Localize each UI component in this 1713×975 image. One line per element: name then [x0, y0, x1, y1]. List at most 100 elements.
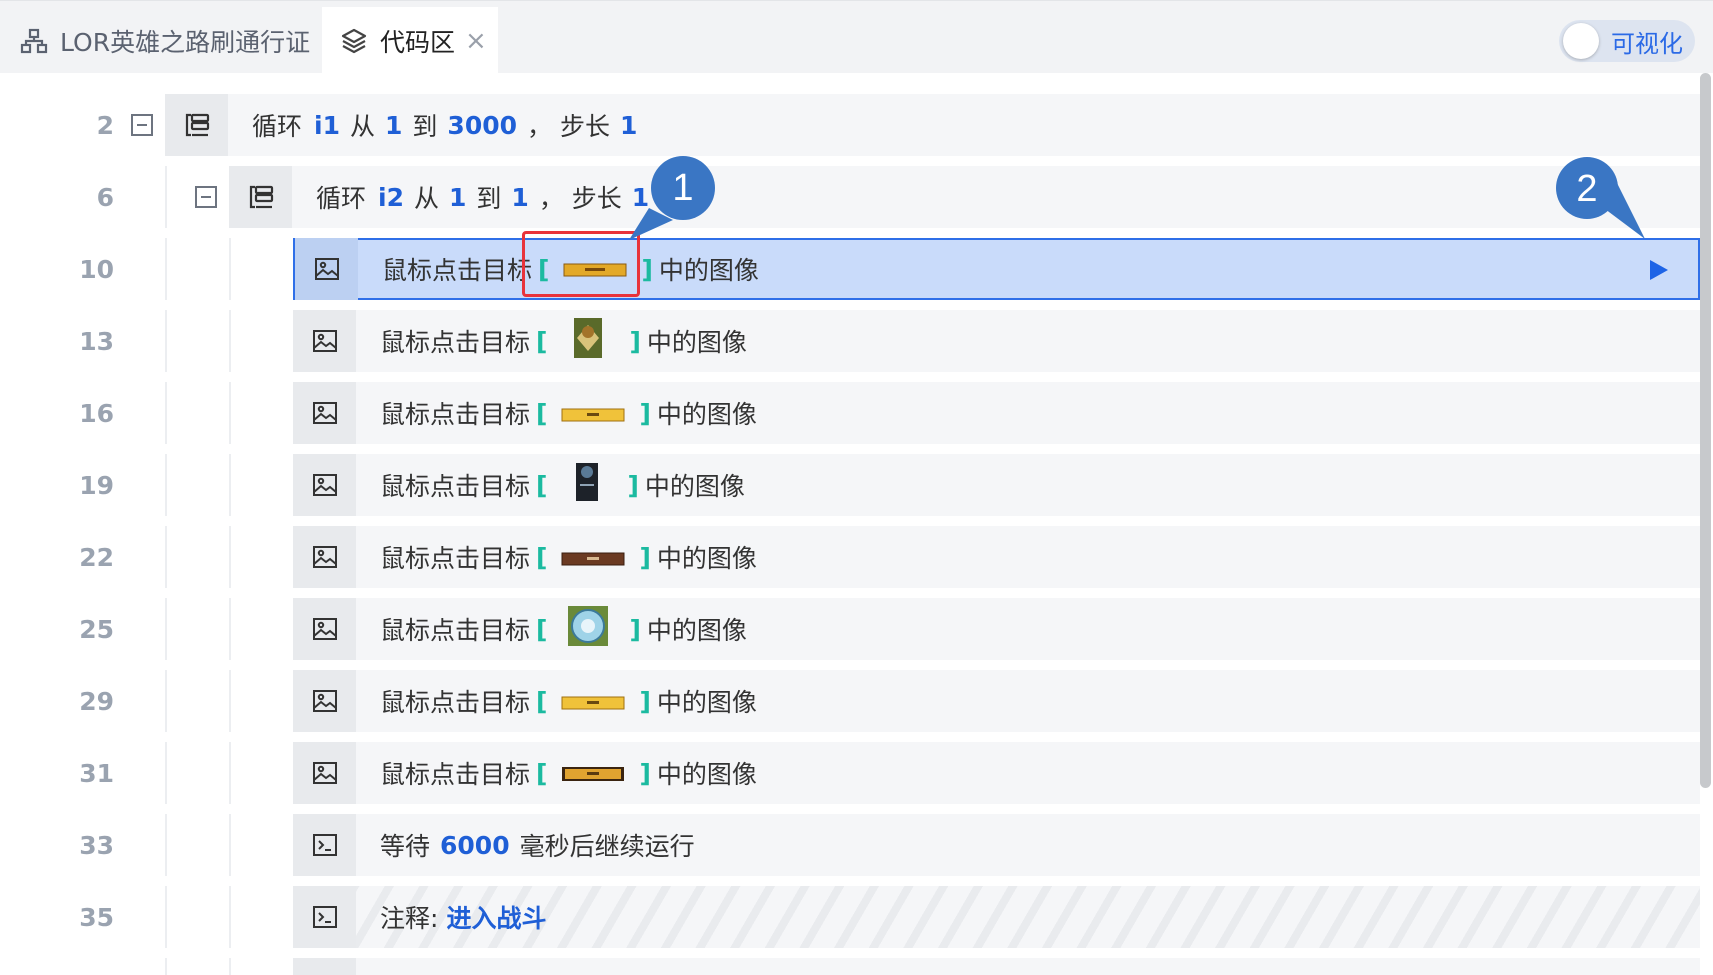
wait-suffix: 毫秒后继续运行: [519, 832, 695, 861]
loop-variable: i1: [314, 110, 340, 140]
code-row[interactable]: 6 循环 i2 从 1 到 1 ， 步长 1: [0, 166, 1700, 228]
loop-block[interactable]: 循环 i1 从 1 到 3000 ， 步长 1: [165, 94, 1700, 156]
click-image-block[interactable]: 鼠标点击目标 [ ] 中的图像: [293, 742, 1700, 804]
loop-icon: [229, 166, 292, 228]
target-image-thumbnail[interactable]: [561, 543, 625, 572]
bracket-open: [: [536, 614, 548, 644]
click-image-block[interactable]: 鼠标点击目标 [ ] 中的图像: [293, 238, 1700, 300]
code-area: 2 循环 i1 从 1 到 3000 ， 步长 1 6 循环 i2 从 1 到 …: [0, 73, 1713, 975]
comment-text: 进入战斗: [446, 904, 547, 933]
line-number: 25: [79, 615, 114, 644]
bracket-close: ]: [639, 542, 651, 572]
image-icon: [293, 526, 356, 588]
loop-block[interactable]: 循环 i2 从 1 到 1 ， 步长 1: [229, 166, 1700, 228]
tab-project[interactable]: LOR英雄之路刷通行证: [0, 7, 322, 74]
loop-variable: i2: [378, 182, 404, 212]
action-suffix: 中的图像: [656, 760, 757, 789]
indent-guide: [165, 742, 167, 804]
tab-project-label: LOR英雄之路刷通行证: [60, 27, 311, 57]
image-icon: [293, 382, 356, 444]
image-icon: [293, 310, 356, 372]
indent-guide: [165, 814, 167, 876]
code-row[interactable]: 35 注释: 进入战斗: [0, 886, 1700, 948]
target-image-thumbnail[interactable]: [561, 759, 625, 788]
bracket-close: ]: [641, 254, 653, 284]
visualize-toggle[interactable]: 可视化: [1559, 20, 1695, 62]
code-row-selected[interactable]: 10 鼠标点击目标 [ ] 中的图像: [0, 238, 1700, 300]
click-image-block[interactable]: 鼠标点击目标 [ ] 中的图像: [293, 598, 1700, 660]
bracket-open: [: [536, 398, 548, 428]
tab-code-label: 代码区: [380, 27, 456, 57]
click-image-block[interactable]: 鼠标点击目标 [ ] 中的图像: [293, 310, 1700, 372]
line-number: 33: [79, 831, 114, 860]
from-word: 从: [413, 184, 439, 213]
indent-guide: [165, 598, 167, 660]
action-suffix: 中的图像: [644, 472, 745, 501]
click-image-block[interactable]: 鼠标点击目标 [ ] 中的图像: [293, 670, 1700, 732]
code-row[interactable]: 33 等待 6000 毫秒后继续运行: [0, 814, 1700, 876]
line-number: 16: [79, 399, 114, 428]
indent-guide: [165, 958, 167, 975]
indent-guide: [229, 742, 231, 804]
code-row[interactable]: 29 鼠标点击目标 [ ] 中的图像: [0, 670, 1700, 732]
collapse-toggle[interactable]: [195, 186, 217, 208]
close-icon[interactable]: ×: [465, 28, 487, 54]
line-number: 29: [79, 687, 114, 716]
code-row[interactable]: 31 鼠标点击目标 [ ] 中的图像: [0, 742, 1700, 804]
loop-keyword: 循环: [252, 112, 303, 141]
loop-icon: [165, 94, 228, 156]
indent-guide: [165, 238, 167, 300]
from-word: 从: [349, 112, 375, 141]
comment-block[interactable]: 注释: 进入战斗: [293, 886, 1700, 948]
target-image-thumbnail[interactable]: [561, 399, 625, 428]
click-image-block[interactable]: 鼠标点击目标 [ ] 中的图像: [293, 454, 1700, 516]
indent-guide: [165, 454, 167, 516]
image-icon: [293, 742, 356, 804]
loop-keyword: 循环: [316, 184, 367, 213]
code-row[interactable]: 22 鼠标点击目标 [ ] 中的图像: [0, 526, 1700, 588]
bracket-open: [: [536, 470, 548, 500]
action-text: 鼠标点击目标: [380, 760, 531, 789]
indent-guide: [229, 958, 231, 975]
indent-guide: [229, 454, 231, 516]
target-image-thumbnail[interactable]: [561, 687, 625, 716]
indent-guide: [229, 310, 231, 372]
collapse-toggle[interactable]: [131, 114, 153, 136]
tab-code[interactable]: 代码区 ×: [322, 7, 498, 74]
terminal-icon: [293, 814, 356, 876]
wait-duration: 6000: [440, 830, 510, 860]
click-image-block[interactable]: 鼠标点击目标 [ ] 中的图像: [293, 526, 1700, 588]
code-row[interactable]: 25 鼠标点击目标 [ ] 中的图像: [0, 598, 1700, 660]
play-icon[interactable]: [1648, 258, 1670, 286]
code-row[interactable]: 19 鼠标点击目标 [ ] 中的图像: [0, 454, 1700, 516]
code-row[interactable]: 2 循环 i1 从 1 到 3000 ， 步长 1: [0, 94, 1700, 156]
wait-label: 等待: [380, 832, 431, 861]
code-row[interactable]: 13 鼠标点击目标 [ ] 中的图像: [0, 310, 1700, 372]
image-icon: [293, 670, 356, 732]
callout-2-number: 2: [1576, 168, 1597, 210]
loop-end: 3000: [447, 110, 518, 140]
indent-guide: [165, 670, 167, 732]
action-suffix: 中的图像: [658, 256, 759, 285]
line-number: 31: [79, 759, 114, 788]
scrollbar[interactable]: [1700, 73, 1711, 788]
callout-2: 2: [1556, 157, 1645, 239]
target-image-thumbnail[interactable]: [575, 462, 599, 508]
action-text: 鼠标点击目标: [380, 616, 531, 645]
target-image-thumbnail[interactable]: [573, 317, 603, 365]
image-icon: [293, 454, 356, 516]
target-image-thumbnail[interactable]: [567, 605, 609, 653]
code-row[interactable]: 16 鼠标点击目标 [ ] 中的图像: [0, 382, 1700, 444]
hierarchy-icon: [20, 27, 48, 55]
bracket-open: [: [536, 326, 548, 356]
loop-step: 1: [619, 110, 638, 140]
indent-guide: [229, 598, 231, 660]
click-image-block[interactable]: 鼠标点击目标 [ ] 中的图像: [293, 382, 1700, 444]
toggle-knob: [1563, 23, 1599, 59]
bracket-close: ]: [627, 470, 639, 500]
wait-block[interactable]: 等待 6000 毫秒后继续运行: [293, 814, 1700, 876]
indent-guide: [229, 382, 231, 444]
action-text: 鼠标点击目标: [380, 544, 531, 573]
indent-guide: [229, 526, 231, 588]
line-number: 13: [79, 327, 114, 356]
